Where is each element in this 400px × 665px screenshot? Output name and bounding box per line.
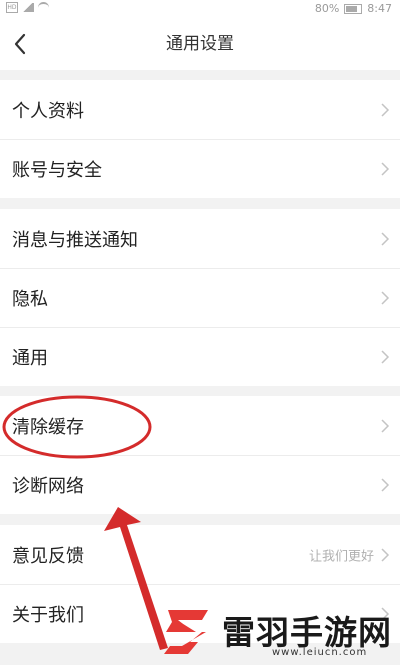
settings-item-privacy[interactable]: 隐私	[0, 268, 400, 327]
settings-item-label: 账号与安全	[12, 159, 102, 181]
settings-item-label: 意见反馈	[12, 545, 84, 567]
status-bar: HD 80% 8:47	[0, 0, 400, 18]
chevron-right-icon	[381, 547, 390, 562]
battery-percent: 80%	[314, 2, 340, 15]
settings-item-label: 通用	[12, 347, 48, 369]
chevron-right-icon	[381, 231, 390, 246]
settings-item-general[interactable]: 通用	[0, 327, 400, 386]
settings-item-notifications[interactable]: 消息与推送通知	[0, 209, 400, 268]
status-left: HD	[6, 2, 49, 13]
nav-bar: 通用设置	[0, 18, 400, 70]
settings-group-notifications: 消息与推送通知 隐私 通用	[0, 209, 400, 386]
status-right: 80% 8:47	[315, 2, 392, 15]
settings-item-label: 清除缓存	[12, 416, 84, 438]
chevron-right-icon	[381, 102, 390, 117]
watermark-logo-icon	[164, 610, 208, 654]
settings-item-label: 诊断网络	[12, 475, 84, 497]
back-button[interactable]	[6, 28, 38, 60]
settings-item-network-diagnosis[interactable]: 诊断网络	[0, 455, 400, 514]
watermark: 雷羽手游网 www.leiucn.com	[152, 602, 400, 665]
settings-item-clear-cache[interactable]: 清除缓存	[0, 396, 400, 455]
watermark-url: www.leiucn.com	[272, 647, 368, 658]
settings-group-profile: 个人资料 账号与安全	[0, 80, 400, 198]
sim-icon: HD	[6, 2, 18, 13]
clock: 8:47	[367, 2, 392, 15]
chevron-right-icon	[381, 290, 390, 305]
chevron-right-icon	[381, 477, 390, 492]
settings-item-profile[interactable]: 个人资料	[0, 80, 400, 139]
settings-group-storage: 清除缓存 诊断网络	[0, 396, 400, 514]
page-title: 通用设置	[166, 34, 234, 54]
chevron-right-icon	[381, 161, 390, 176]
chevron-right-icon	[381, 349, 390, 364]
settings-item-account-security[interactable]: 账号与安全	[0, 139, 400, 198]
settings-item-label: 个人资料	[12, 100, 84, 122]
wifi-icon	[38, 2, 49, 13]
battery-icon	[344, 3, 363, 14]
signal-icon	[22, 3, 34, 12]
settings-item-value: 让我们更好	[308, 549, 374, 564]
chevron-right-icon	[381, 418, 390, 433]
back-arrow-icon	[14, 33, 26, 55]
settings-item-feedback[interactable]: 意见反馈 让我们更好	[0, 525, 400, 584]
settings-item-label: 关于我们	[12, 604, 84, 626]
settings-item-label: 隐私	[12, 288, 48, 310]
settings-item-label: 消息与推送通知	[12, 229, 138, 251]
